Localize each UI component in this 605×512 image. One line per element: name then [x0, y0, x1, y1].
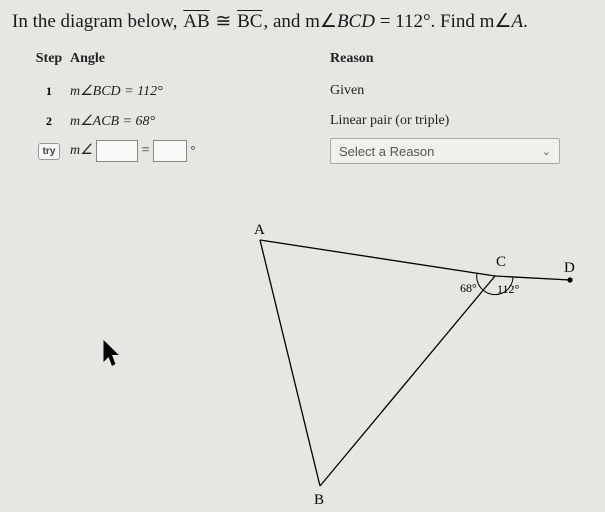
reason-select[interactable]: Select a Reason ⌄	[330, 138, 560, 164]
geometry-diagram: A B C D 68° 112°	[0, 216, 605, 507]
try-row: try m∠ = ° Select a Reason ⌄	[28, 137, 593, 165]
txt: In the diagram below,	[12, 11, 182, 32]
step-num: 1	[28, 84, 70, 99]
reason-text: Linear pair (or triple)	[330, 113, 593, 129]
label-d: D	[564, 260, 575, 276]
header-row: Step Angle Reason	[28, 45, 593, 73]
angle-input-group: m∠ = °	[70, 140, 330, 162]
try-button[interactable]: try	[38, 143, 61, 160]
angle-expr: m∠ACB = 68°	[70, 113, 330, 130]
label-c: C	[496, 254, 506, 270]
step-num: 2	[28, 114, 70, 129]
proof-table: Step Angle Reason 1 m∠BCD = 112° Given 2…	[0, 39, 605, 165]
angle-value-input[interactable]	[153, 140, 187, 162]
problem-statement: In the diagram below, AB ≅ BC, and m∠BCD…	[0, 0, 605, 39]
m-angle-prefix: m∠	[70, 143, 93, 158]
angle-bcd-label: 112°	[497, 282, 520, 296]
cursor-icon	[102, 338, 122, 376]
reason-text: Given	[330, 83, 593, 99]
angle-name: BCD	[337, 11, 375, 32]
step-try: try	[28, 143, 70, 160]
label-b: B	[314, 492, 324, 507]
select-placeholder: Select a Reason	[339, 144, 434, 159]
txt: , and m∠	[263, 11, 337, 32]
header-angle: Angle	[70, 51, 330, 67]
find-angle: A	[511, 11, 523, 32]
segment-ab: AB	[182, 11, 210, 32]
chevron-down-icon: ⌄	[542, 145, 551, 158]
angle-acb-label: 68°	[460, 281, 477, 295]
label-a: A	[254, 222, 265, 238]
equals: =	[142, 143, 153, 158]
segment-bc: BC	[236, 11, 263, 32]
table-row: 1 m∠BCD = 112° Given	[28, 77, 593, 105]
degree-mark: °	[191, 143, 196, 157]
txt: .	[523, 11, 528, 32]
angle-name-input[interactable]	[96, 140, 138, 162]
txt: ≅	[211, 11, 236, 32]
table-row: 2 m∠ACB = 68° Linear pair (or triple)	[28, 107, 593, 135]
header-reason: Reason	[330, 51, 593, 67]
txt: = 112°. Find m∠	[375, 11, 512, 32]
header-step: Step	[28, 51, 70, 67]
angle-expr: m∠BCD = 112°	[70, 83, 330, 100]
